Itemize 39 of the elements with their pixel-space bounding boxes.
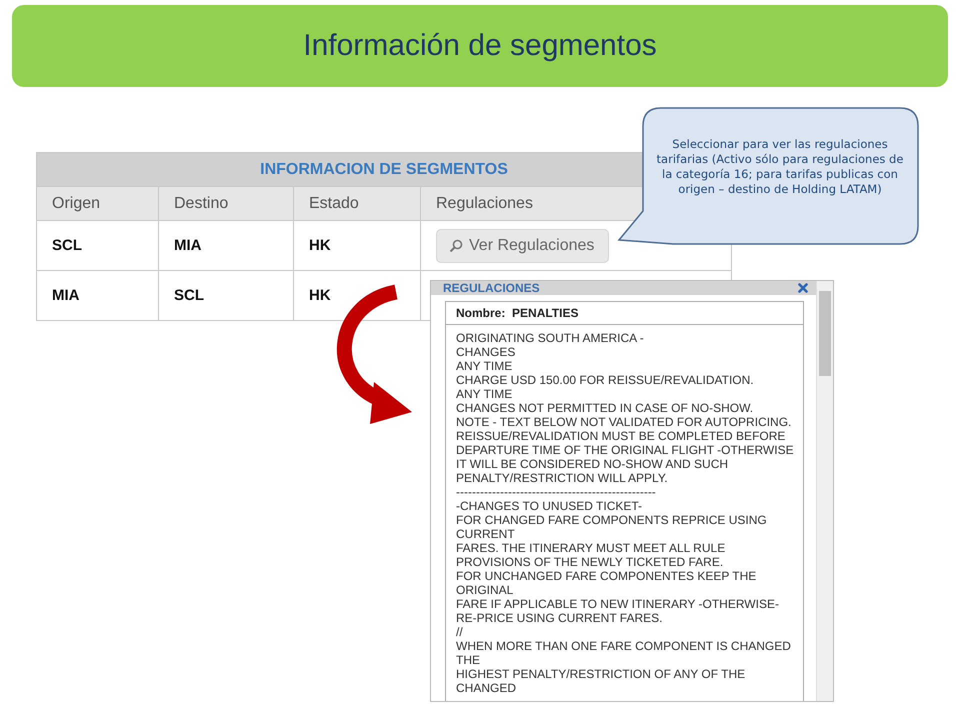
rule-text-line: FARES. THE ITINERARY MUST MEET ALL RULE	[456, 541, 726, 555]
rule-text-line: ANY TIME	[456, 359, 514, 373]
view-regulations-button[interactable]: Ver Regulaciones	[436, 228, 610, 262]
rule-text-line: FOR UNCHANGED FARE COMPONENTES KEEP THE	[456, 569, 758, 583]
rule-text-line: CHANGES	[456, 345, 516, 359]
rule-text-line: THE	[456, 653, 481, 667]
table-cell: SCL	[158, 271, 293, 320]
rule-text-line: WHEN MORE THAN ONE FARE COMPONENT IS CHANGED	[456, 639, 792, 653]
rule-text-line: CHANGES NOT PERMITTED IN CASE OF NO-SHOW.	[456, 401, 754, 415]
rule-text-line: --------------------------------------------------	[456, 485, 657, 499]
rule-text-line: NOTE - TEXT BELOW NOT VALIDATED FOR AUTOPRICING.	[456, 415, 792, 429]
rule-name: Nombre: PENALTIES	[446, 302, 803, 325]
rule-text-line: ORIGINAL	[456, 583, 514, 597]
rule-text-line: PENALTY/RESTRICTION WILL APPLY.	[456, 471, 669, 485]
search-icon	[449, 238, 463, 252]
rule-text-line: -CHANGES TO UNUSED TICKET-	[456, 499, 644, 513]
rule-text-line: DEPARTURE TIME OF THE ORIGINAL FLIGHT -OTHERWISE	[456, 443, 793, 457]
rule-text-line: CHANGED	[456, 681, 518, 695]
rule-text-line: //	[456, 625, 464, 639]
rule-text-line: PROVISIONS OF THE NEWLY TICKETED FARE.	[456, 555, 724, 569]
callout-text: Seleccionar para ver las regulaciones tarifarias (Activo sólo para regulaciones de la categoría 16; para tarifas publicas con origen – destino de Holding LATAM)	[656, 137, 904, 197]
rule-text-line: ORIGINATING SOUTH AMERICA -	[456, 331, 645, 345]
rule-text-line: FOR CHANGED FARE COMPONENTS REPRICE USING	[456, 513, 768, 527]
rule-text-line: CHARGE USD 150.00 FOR REISSUE/REVALIDATION.	[456, 373, 755, 387]
rule-text-line: RE-PRICE USING CURRENT FARES.	[456, 611, 664, 625]
rule-text-line: HIGHEST PENALTY/RESTRICTION OF ANY OF THE	[456, 667, 746, 681]
close-icon[interactable]	[798, 283, 808, 293]
rule-text-line: FARE IF APPLICABLE TO NEW ITINERARY -OTHERWISE-	[456, 597, 780, 611]
slide-title: Información de segmentos	[303, 29, 657, 63]
dialog-title: REGULACIONES	[443, 281, 540, 295]
column-header: Origen	[51, 194, 102, 214]
rule-text-line: CURRENT	[456, 527, 516, 541]
scrollbar[interactable]	[816, 281, 833, 701]
rule-text-line: REISSUE/REVALIDATION MUST BE COMPLETED BEFORE	[456, 429, 786, 443]
table-cell-text: MIA	[51, 286, 80, 306]
table-cell-text: SCL	[51, 236, 83, 256]
rule-text-line: IT WILL BE CONSIDERED NO-SHOW AND SUCH	[456, 457, 730, 471]
table-cell: HK	[293, 271, 420, 320]
rule-text-line: ANY TIME	[456, 387, 514, 401]
